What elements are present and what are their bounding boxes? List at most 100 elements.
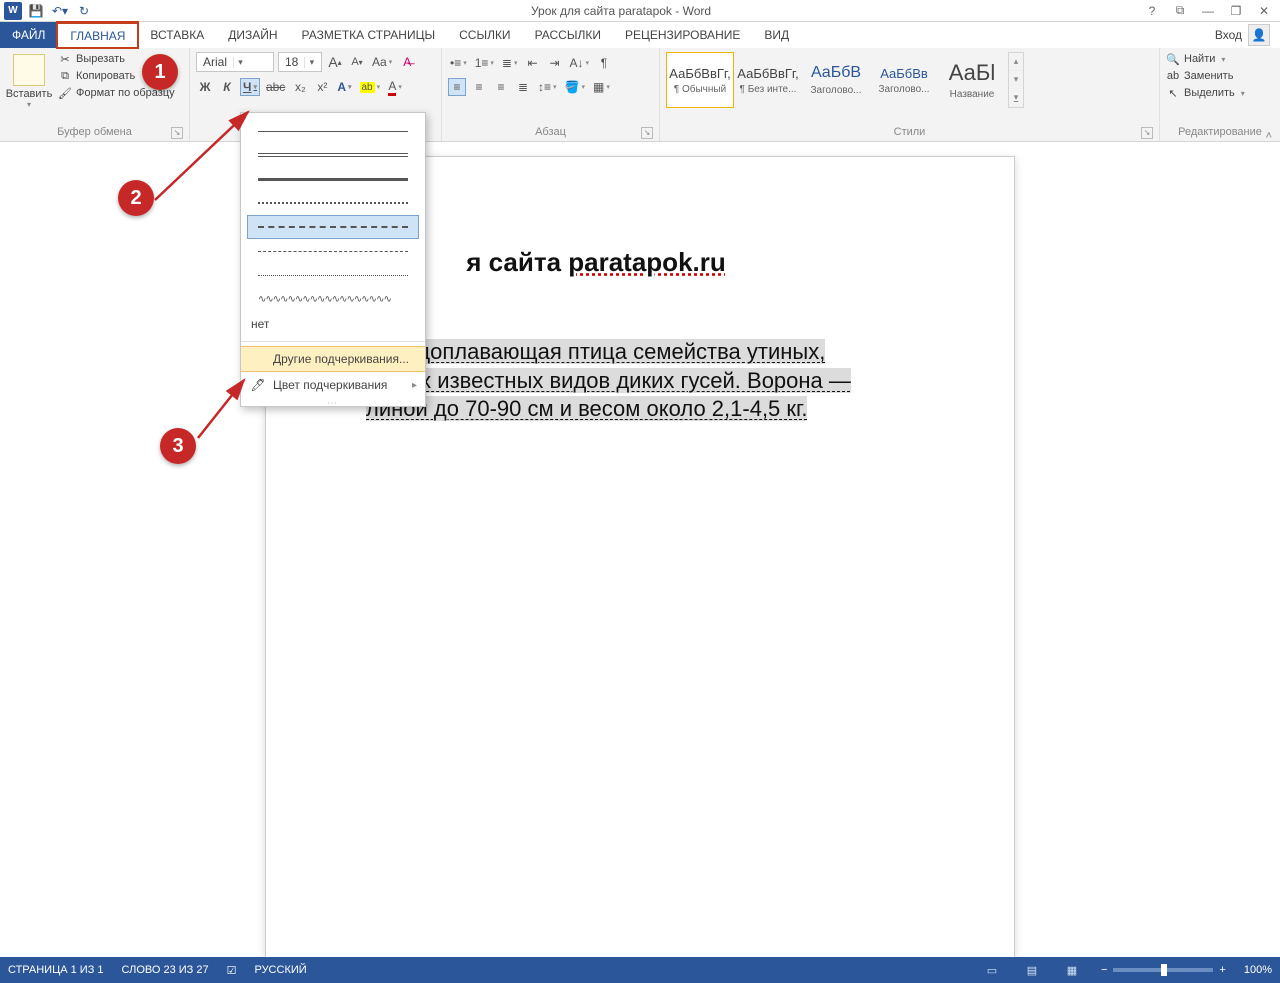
collapse-ribbon-icon[interactable]: ˄ — [1266, 130, 1272, 142]
numbering-button[interactable]: 1≡ — [473, 54, 496, 72]
expand-icon[interactable]: ▾̲ — [1009, 89, 1023, 107]
style-scroll[interactable]: ▴▾▾̲ — [1008, 52, 1024, 108]
underline-style-single[interactable] — [247, 119, 419, 143]
style-no-spacing[interactable]: АаБбВвГг,¶ Без инте... — [734, 52, 802, 108]
style-gallery[interactable]: АаБбВвГг,¶ Обычный АаБбВвГг,¶ Без инте..… — [666, 52, 1024, 108]
status-proofing-icon[interactable]: ☑ — [227, 964, 237, 977]
paragraph-launcher-icon[interactable]: ↘ — [641, 127, 653, 139]
style-title[interactable]: АаБlНазвание — [938, 52, 1006, 108]
clear-format-button[interactable]: A̶ — [398, 53, 416, 71]
replace-button[interactable]: abЗаменить — [1166, 69, 1245, 83]
status-language[interactable]: РУССКИЙ — [254, 964, 306, 976]
view-read-icon[interactable]: ▭ — [981, 961, 1003, 979]
zoom-level[interactable]: 100% — [1244, 964, 1272, 976]
view-web-icon[interactable]: ▦ — [1061, 961, 1083, 979]
underline-none[interactable]: нет — [241, 311, 425, 337]
find-button[interactable]: 🔍Найти▾ — [1166, 52, 1245, 66]
font-color-button[interactable]: A — [386, 78, 404, 96]
selected-text-line1: — водоплавающая птица семейства утиных, — [366, 339, 825, 364]
increase-indent-button[interactable]: ⇥ — [546, 54, 564, 72]
chevron-down-icon: ▾ — [304, 57, 318, 68]
tab-layout[interactable]: РАЗМЕТКА СТРАНИЦЫ — [290, 22, 448, 48]
underline-more[interactable]: Другие подчеркивания... — [241, 346, 425, 372]
zoom-in-icon[interactable]: + — [1219, 964, 1225, 976]
resize-grip-icon[interactable]: ⋯ — [241, 398, 425, 406]
multilevel-button[interactable]: ≣ — [500, 54, 520, 72]
style-heading1[interactable]: АаБбВЗаголово... — [802, 52, 870, 108]
align-center-button[interactable]: ≡ — [470, 78, 488, 96]
maximize-icon[interactable]: ❐ — [1228, 4, 1244, 18]
underline-button[interactable]: Ч — [240, 78, 260, 96]
style-normal[interactable]: АаБбВвГг,¶ Обычный — [666, 52, 734, 108]
zoom-slider[interactable]: − + — [1101, 964, 1226, 976]
italic-button[interactable]: К — [218, 78, 236, 96]
align-right-button[interactable]: ≡ — [492, 78, 510, 96]
close-icon[interactable]: ✕ — [1256, 4, 1272, 18]
touch-mode-icon[interactable]: ⧉ — [1172, 3, 1188, 18]
cursor-icon: ↖ — [1166, 86, 1180, 100]
chevron-down-icon[interactable]: ▾ — [1009, 71, 1023, 89]
shading-button[interactable]: 🪣 — [563, 78, 587, 96]
callout-2: 2 — [118, 180, 154, 216]
style-heading2[interactable]: АаБбВвЗаголово... — [870, 52, 938, 108]
borders-button[interactable]: ▦ — [591, 78, 612, 96]
highlight-button[interactable]: ab — [358, 78, 383, 96]
document-area: Урок для сайта paratapok.ru — водоплаваю… — [0, 142, 1280, 957]
show-marks-button[interactable]: ¶ — [595, 54, 613, 72]
tab-references[interactable]: ССЫЛКИ — [447, 22, 522, 48]
tab-home[interactable]: ГЛАВНАЯ — [57, 22, 138, 48]
tab-mailings[interactable]: РАССЫЛКИ — [523, 22, 613, 48]
bullets-button[interactable]: •≡ — [448, 54, 469, 72]
superscript-button[interactable]: x² — [313, 78, 331, 96]
change-case-button[interactable]: Aa — [370, 53, 394, 71]
font-name-combo[interactable]: Arial▾ — [196, 52, 274, 72]
quick-access-toolbar: W 💾 ↶▾ ↻ — [0, 2, 98, 20]
paste-button[interactable]: Вставить ▾ — [6, 52, 52, 109]
underline-style-dash-dot[interactable] — [247, 239, 419, 263]
underline-style-thick[interactable] — [247, 167, 419, 191]
underline-style-dotted[interactable] — [247, 191, 419, 215]
grow-font-button[interactable]: A▴ — [326, 53, 344, 71]
line-spacing-button[interactable]: ↕≡ — [536, 78, 559, 96]
underline-color[interactable]: 🖊Цвет подчеркивания▸ — [241, 372, 425, 398]
font-size-combo[interactable]: 18▾ — [278, 52, 322, 72]
callout-1: 1 — [142, 54, 178, 90]
bold-button[interactable]: Ж — [196, 78, 214, 96]
underline-style-dash-dot-dot[interactable] — [247, 263, 419, 287]
justify-button[interactable]: ≣ — [514, 78, 532, 96]
undo-icon[interactable]: ↶▾ — [50, 2, 70, 20]
search-icon: 🔍 — [1166, 52, 1180, 66]
subscript-button[interactable]: x₂ — [291, 78, 309, 96]
clipboard-launcher-icon[interactable]: ↘ — [171, 127, 183, 139]
decrease-indent-button[interactable]: ⇤ — [524, 54, 542, 72]
view-print-icon[interactable]: ▤ — [1021, 961, 1043, 979]
save-icon[interactable]: 💾 — [26, 2, 46, 20]
redo-icon[interactable]: ↻ — [74, 2, 94, 20]
help-icon[interactable]: ? — [1144, 4, 1160, 18]
status-page[interactable]: СТРАНИЦА 1 ИЗ 1 — [8, 964, 104, 976]
sign-in[interactable]: Вход 👤 — [1205, 22, 1280, 48]
styles-launcher-icon[interactable]: ↘ — [1141, 127, 1153, 139]
callout-3: 3 — [160, 428, 196, 464]
align-left-button[interactable]: ≡ — [448, 78, 466, 96]
underline-style-wave[interactable]: ∿∿∿∿∿∿∿∿∿∿∿∿∿∿∿∿∿∿ — [247, 287, 419, 311]
group-editing-label: Редактирование — [1178, 126, 1262, 138]
text-effects-button[interactable]: A — [335, 78, 353, 96]
word-logo-icon: W — [4, 2, 22, 20]
underline-style-dashed[interactable] — [247, 215, 419, 239]
strike-button[interactable]: abc — [264, 78, 287, 96]
chevron-up-icon[interactable]: ▴ — [1009, 53, 1023, 71]
tab-design[interactable]: ДИЗАЙН — [216, 22, 289, 48]
underline-style-double[interactable] — [247, 143, 419, 167]
select-button[interactable]: ↖Выделить▾ — [1166, 86, 1245, 100]
group-paragraph-label: Абзац — [535, 126, 566, 138]
zoom-out-icon[interactable]: − — [1101, 964, 1107, 976]
sort-button[interactable]: A↓ — [568, 54, 592, 72]
shrink-font-button[interactable]: A▾ — [348, 53, 366, 71]
minimize-icon[interactable]: — — [1200, 4, 1216, 18]
tab-file[interactable]: ФАЙЛ — [0, 22, 57, 48]
tab-insert[interactable]: ВСТАВКА — [138, 22, 216, 48]
tab-view[interactable]: ВИД — [752, 22, 801, 48]
tab-review[interactable]: РЕЦЕНЗИРОВАНИЕ — [613, 22, 752, 48]
status-words[interactable]: СЛОВО 23 ИЗ 27 — [122, 964, 209, 976]
